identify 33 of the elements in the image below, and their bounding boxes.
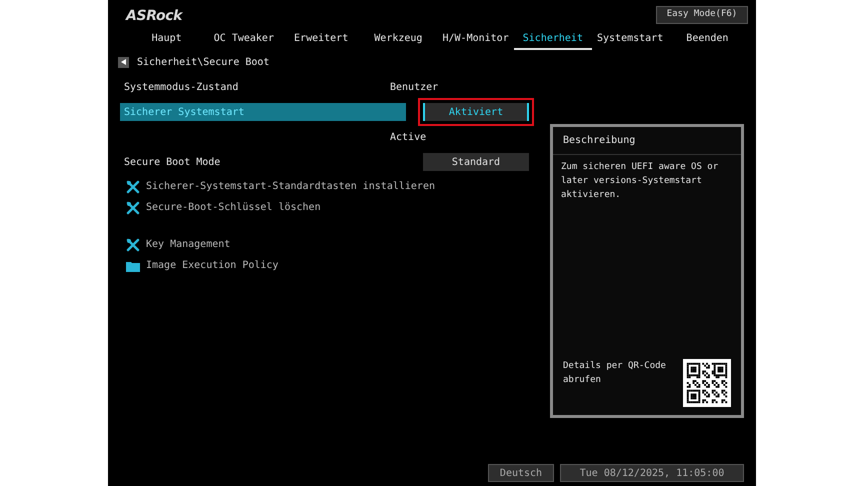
wrench-icon: [126, 200, 140, 214]
option-button[interactable]: Standard: [423, 153, 529, 171]
breadcrumb: Sicherheit\Secure Boot: [137, 56, 270, 70]
menu-item[interactable]: Image Execution Policy: [146, 258, 278, 273]
option-button[interactable]: Aktiviert: [423, 103, 529, 121]
language-button[interactable]: Deutsch: [488, 464, 554, 482]
menu-tab[interactable]: Haupt: [128, 28, 206, 50]
menu-tab[interactable]: H/W-Monitor: [437, 28, 514, 50]
back-icon[interactable]: [118, 56, 129, 68]
qr-code-icon: [683, 359, 731, 407]
setting-label[interactable]: Secure Boot Mode: [120, 153, 406, 171]
setting-value: Active: [390, 130, 426, 144]
wrench-icon: [126, 180, 140, 194]
wrench-icon: [126, 238, 140, 252]
folder-icon: [126, 260, 140, 272]
description-text: Zum sicheren UEFI aware OS or later versions-Systemstart aktivieren.: [560, 161, 720, 202]
logo: ASRock: [126, 7, 182, 26]
panel-title: Beschreibung: [553, 127, 741, 155]
menu-tab[interactable]: Sicherheit: [514, 28, 592, 50]
menu-item[interactable]: Secure-Boot-Schlüssel löschen: [146, 200, 321, 215]
menu-tab[interactable]: Systemstart: [592, 28, 669, 50]
menu-tab[interactable]: Beenden: [668, 28, 746, 50]
qr-caption: Details per QR-Code abrufen: [563, 360, 667, 387]
setting-label[interactable]: Sicherer Systemstart: [120, 103, 406, 121]
date-time: Tue 08/12/2025, 11:05:00: [560, 464, 744, 482]
menu-tab[interactable]: Erweitert: [282, 28, 360, 50]
menu-tab[interactable]: Werkzeug: [360, 28, 437, 50]
easy-mode-button[interactable]: Easy Mode(F6): [656, 6, 748, 24]
setting-value: Benutzer: [390, 80, 438, 94]
menu-tab[interactable]: OC Tweaker: [205, 28, 282, 50]
setting-label: Systemmodus-Zustand: [123, 80, 240, 94]
menu-item[interactable]: Key Management: [146, 237, 230, 252]
menu-item[interactable]: Sicherer-Systemstart-Standardtasten installieren: [146, 179, 435, 194]
